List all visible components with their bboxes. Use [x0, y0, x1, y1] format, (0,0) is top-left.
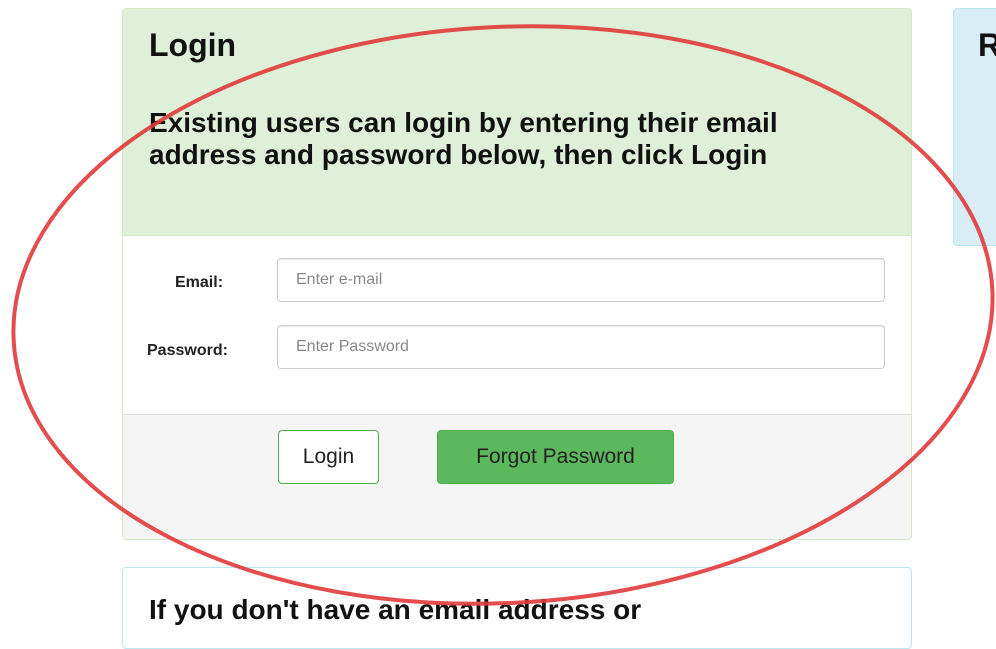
- login-instructions: Existing users can login by entering the…: [149, 107, 778, 170]
- login-panel: Login Existing users can login by enteri…: [122, 8, 912, 540]
- register-panel: R: [953, 8, 996, 246]
- login-button[interactable]: Login: [278, 430, 379, 484]
- login-panel-footer: Login Forgot Password: [123, 414, 911, 539]
- email-label: Email:: [175, 274, 224, 291]
- login-title: Login: [149, 27, 237, 63]
- forgot-password-button[interactable]: Forgot Password: [437, 430, 674, 484]
- email-input[interactable]: [277, 258, 885, 302]
- no-email-info-panel: If you don't have an email address or: [122, 567, 912, 649]
- password-input[interactable]: [277, 325, 885, 369]
- register-title: R: [978, 27, 996, 64]
- password-label: Password:: [147, 342, 228, 359]
- login-panel-heading: Login Existing users can login by enteri…: [123, 9, 911, 236]
- no-email-info-text: If you don't have an email address or: [149, 594, 642, 625]
